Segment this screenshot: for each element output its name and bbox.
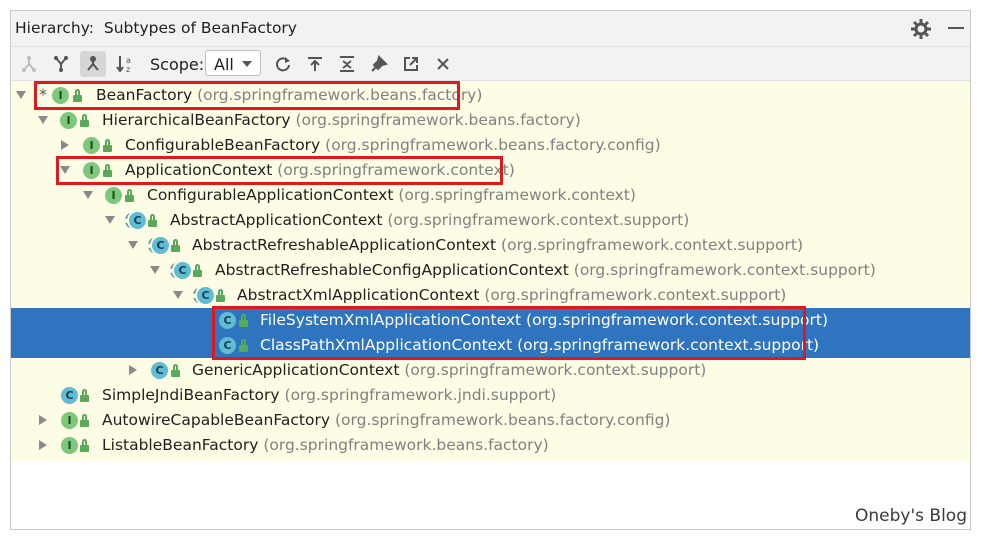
hierarchy-panel: Hierarchy: Subtypes of BeanFactory az Sc…	[10, 10, 971, 530]
tree-item-label: AbstractXmlApplicationContext (org.sprin…	[237, 286, 787, 304]
interface-icon: I	[61, 437, 78, 454]
collapsed-arrow-icon[interactable]	[129, 365, 137, 375]
tree-row-hierarchicalbeanfactory[interactable]: I HierarchicalBeanFactory (org.springfra…	[11, 108, 970, 133]
expand-arrow-icon[interactable]	[83, 191, 93, 199]
pin-icon[interactable]	[366, 51, 392, 77]
lock-icon	[80, 439, 89, 452]
abstract-class-icon: C	[125, 212, 146, 229]
abstract-class-icon: C	[148, 237, 169, 254]
tree-item-label: GenericApplicationContext (org.springfra…	[192, 361, 707, 379]
lock-icon	[171, 239, 180, 252]
tree-item-label: SimpleJndiBeanFactory (org.springframewo…	[102, 386, 557, 404]
open-in-window-icon[interactable]	[398, 51, 424, 77]
collapsed-arrow-icon[interactable]	[61, 140, 69, 150]
tree-item-label: AbstractRefreshableApplicationContext (o…	[192, 236, 804, 254]
expand-arrow-icon[interactable]	[16, 91, 26, 99]
lock-icon	[80, 414, 89, 427]
close-icon[interactable]	[430, 51, 456, 77]
expand-arrow-icon[interactable]	[173, 291, 183, 299]
scope-label: Scope:	[150, 55, 205, 74]
interface-icon: I	[83, 137, 100, 154]
tree-item-label: ConfigurableApplicationContext (org.spri…	[147, 186, 636, 204]
tree-row-abstractrefreshableconfigapplicationcontext[interactable]: C AbstractRefreshableConfigApplicationCo…	[11, 258, 970, 283]
lock-icon	[103, 139, 112, 152]
tree-row-simplejndibeanfactory[interactable]: C SimpleJndiBeanFactory (org.springframe…	[11, 383, 970, 408]
lock-icon	[171, 364, 180, 377]
lock-icon	[148, 214, 157, 227]
collapsed-arrow-icon[interactable]	[39, 415, 47, 425]
tree-row-listablebeanfactory[interactable]: I ListableBeanFactory (org.springframewo…	[11, 433, 970, 458]
panel-title: Hierarchy: Subtypes of BeanFactory	[15, 19, 297, 37]
svg-text:a: a	[126, 56, 131, 65]
tree-item-label: AbstractApplicationContext (org.springfr…	[170, 211, 690, 229]
sort-alphabetically-icon[interactable]: az	[112, 51, 138, 77]
lock-icon	[193, 264, 202, 277]
hierarchy-tree: * I BeanFactory (org.springframework.bea…	[11, 81, 970, 461]
lock-icon	[125, 189, 134, 202]
expand-arrow-icon[interactable]	[150, 266, 160, 274]
refresh-icon[interactable]	[270, 51, 296, 77]
class-icon: C	[61, 387, 78, 404]
expand-collapse-icon[interactable]	[334, 51, 360, 77]
tree-item-label: HierarchicalBeanFactory (org.springframe…	[102, 111, 581, 129]
gear-icon[interactable]	[910, 18, 932, 40]
tree-row-autowirecapablebeanfactory[interactable]: I AutowireCapableBeanFactory (org.spring…	[11, 408, 970, 433]
svg-text:z: z	[126, 65, 130, 74]
interface-icon: I	[105, 187, 122, 204]
supertype-hierarchy-icon[interactable]	[16, 51, 42, 77]
expand-arrow-icon[interactable]	[105, 216, 115, 224]
lock-icon	[80, 389, 89, 402]
lock-icon	[216, 289, 225, 302]
watermark: Oneby's Blog	[855, 506, 967, 526]
expand-arrow-icon[interactable]	[128, 241, 138, 249]
expand-arrow-icon[interactable]	[38, 116, 48, 124]
abstract-class-icon: C	[170, 262, 191, 279]
tree-row-abstractrefreshableapplicationcontext[interactable]: C AbstractRefreshableApplicationContext …	[11, 233, 970, 258]
collapsed-arrow-icon[interactable]	[39, 440, 47, 450]
tree-row-abstractxmlapplicationcontext[interactable]: C AbstractXmlApplicationContext (org.spr…	[11, 283, 970, 308]
tree-item-label: ConfigurableBeanFactory (org.springframe…	[125, 136, 661, 154]
tree-item-label: AbstractRefreshableConfigApplicationCont…	[215, 261, 876, 279]
minimize-icon[interactable]	[948, 27, 964, 29]
tree-row-configurablebeanfactory[interactable]: I ConfigurableBeanFactory (org.springfra…	[11, 133, 970, 158]
interface-icon: I	[61, 412, 78, 429]
toolbar: az Scope: All	[11, 47, 970, 81]
highlight-box	[34, 81, 460, 110]
tree-row-genericapplicationcontext[interactable]: C GenericApplicationContext (org.springf…	[11, 358, 970, 383]
lock-icon	[80, 114, 89, 127]
highlight-box	[56, 156, 503, 185]
subtype-hierarchy-icon[interactable]	[48, 51, 74, 77]
class-icon: C	[151, 362, 168, 379]
class-hierarchy-icon[interactable]	[80, 51, 106, 77]
chevron-down-icon	[242, 61, 252, 67]
scroll-to-source-icon[interactable]	[302, 51, 328, 77]
title-bar: Hierarchy: Subtypes of BeanFactory	[11, 11, 970, 47]
scope-select[interactable]: All	[205, 50, 261, 76]
interface-icon: I	[60, 112, 77, 129]
tree-row-abstractapplicationcontext[interactable]: C AbstractApplicationContext (org.spring…	[11, 208, 970, 233]
tree-item-label: AutowireCapableBeanFactory (org.springfr…	[102, 411, 671, 429]
tree-row-configurableapplicationcontext[interactable]: I ConfigurableApplicationContext (org.sp…	[11, 183, 970, 208]
scope-value: All	[214, 55, 234, 74]
abstract-class-icon: C	[193, 287, 214, 304]
highlight-box	[212, 306, 806, 360]
tree-item-label: ListableBeanFactory (org.springframework…	[102, 436, 549, 454]
